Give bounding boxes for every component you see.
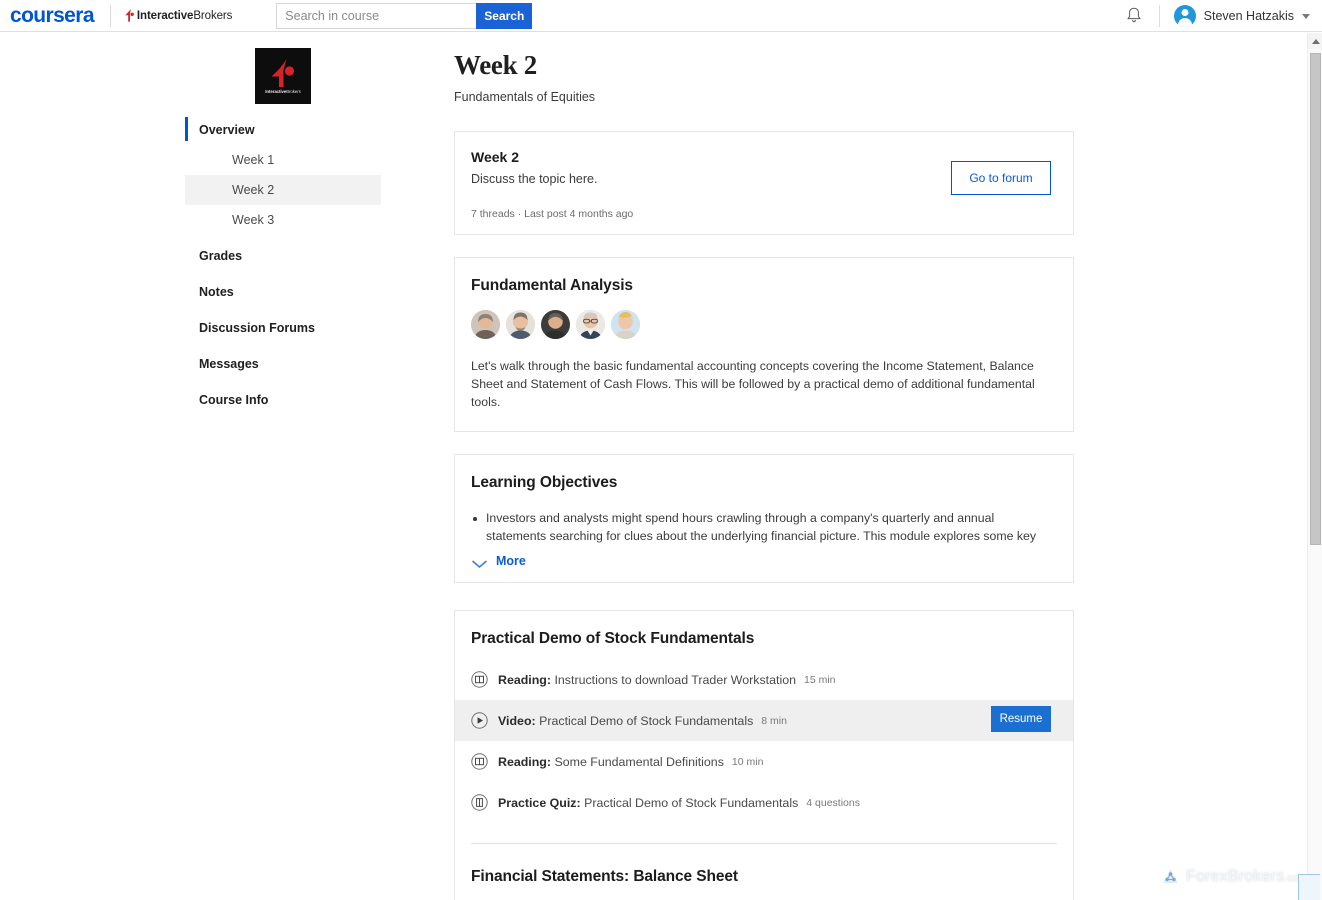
sidebar-item-discussion-forums[interactable]: Discussion Forums — [185, 313, 381, 343]
lesson-label: Practice Quiz: Practical Demo of Stock F… — [498, 796, 798, 810]
section-heading-practical-demo: Practical Demo of Stock Fundamentals — [471, 630, 755, 648]
lesson-title: Practical Demo of Stock Fundamentals — [539, 713, 754, 728]
quiz-icon — [471, 794, 488, 812]
reading-book-icon — [471, 753, 488, 771]
user-menu[interactable]: Steven Hatzakis — [1173, 5, 1322, 27]
scroll-up-button[interactable] — [1308, 33, 1322, 49]
chevron-down-icon — [471, 556, 488, 569]
triangle-up-icon — [1311, 38, 1320, 44]
lesson-row[interactable]: Practice Quiz: Practical Demo of Stock F… — [455, 782, 1073, 823]
lesson-label: Reading: Some Fundamental Definitions — [498, 755, 724, 769]
lesson-row[interactable]: Video: Practical Demo of Stock Fundament… — [455, 700, 1073, 742]
lessons-card: Practical Demo of Stock Fundamentals Rea… — [454, 610, 1074, 900]
avatar[interactable] — [611, 310, 640, 339]
sidebar-item-week-2[interactable]: Week 2 — [185, 175, 381, 205]
partner-brand-label: InteractiveBrokers — [137, 10, 232, 22]
learning-objectives-heading: Learning Objectives — [471, 474, 618, 492]
forum-card: Week 2 Discuss the topic here. 7 threads… — [454, 131, 1074, 235]
learning-objectives-card: Learning Objectives Investors and analys… — [454, 454, 1074, 584]
page-title: Week 2 — [454, 50, 537, 80]
header-divider — [109, 4, 111, 27]
page-subtitle: Fundamentals of Equities — [454, 90, 596, 104]
page-scrollbar[interactable] — [1307, 33, 1322, 900]
lesson-title: Some Fundamental Definitions — [554, 754, 724, 769]
interactive-brokers-mark-icon — [125, 9, 134, 22]
expand-more-button[interactable]: More — [471, 554, 1056, 569]
sidebar-item-messages[interactable]: Messages — [185, 349, 381, 379]
partner-name-regular: Brokers — [193, 9, 233, 22]
lesson-type: Video: — [498, 713, 536, 728]
avatar[interactable] — [506, 310, 535, 339]
course-logo-regular: Brokers — [286, 89, 301, 94]
expand-more-label: More — [496, 554, 526, 569]
lesson-duration: 15 min — [803, 673, 836, 686]
partner-brand[interactable]: InteractiveBrokers — [125, 9, 232, 22]
lesson-row[interactable]: Reading: Instructions to download Trader… — [455, 659, 1073, 700]
watermark-text: ForexBrokers.com — [1186, 868, 1308, 886]
lesson-list-practical-demo: Reading: Instructions to download Trader… — [455, 659, 1073, 823]
course-search: Search — [276, 2, 533, 29]
notification-bell-icon[interactable] — [1123, 5, 1145, 27]
content-gutter — [1146, 33, 1156, 900]
video-play-icon — [471, 712, 488, 730]
resume-button[interactable]: Resume — [991, 706, 1051, 733]
sidebar-item-week-1[interactable]: Week 1 — [185, 145, 381, 175]
instructor-avatars — [471, 310, 1056, 339]
lesson-title: Practical Demo of Stock Fundamentals — [584, 795, 799, 810]
user-name-label: Steven Hatzakis — [1203, 9, 1294, 23]
search-button[interactable]: Search — [476, 2, 533, 29]
scrollbar-thumb[interactable] — [1310, 53, 1321, 545]
chevron-down-icon — [1302, 13, 1310, 19]
lesson-type: Reading: — [498, 754, 552, 769]
sidebar-nav: Overview Week 1 Week 2 Week 3 Grades Not… — [185, 115, 381, 415]
section-divider — [471, 843, 1057, 845]
lesson-label: Video: Practical Demo of Stock Fundament… — [498, 714, 753, 728]
fundamental-analysis-heading: Fundamental Analysis — [471, 277, 633, 294]
fundamental-analysis-card: Fundamental Analysis Let's walk through … — [454, 257, 1074, 433]
watermark-corner-box — [1298, 874, 1320, 900]
avatar[interactable] — [471, 310, 500, 339]
lesson-duration: 4 questions — [806, 796, 860, 809]
lesson-duration: 10 min — [731, 755, 764, 768]
sidebar-item-course-info[interactable]: Course Info — [185, 385, 381, 415]
lesson-duration: 8 min — [761, 714, 787, 727]
avatar[interactable] — [541, 310, 570, 339]
course-sidebar: InteractiveBrokers Overview Week 1 Week … — [0, 33, 440, 900]
fundamental-analysis-body: Let's walk through the basic fundamental… — [471, 359, 1035, 409]
top-navigation-bar: coursera InteractiveBrokers Search Steve… — [0, 0, 1322, 32]
lesson-type: Practice Quiz: — [498, 795, 581, 810]
sidebar-item-grades[interactable]: Grades — [185, 241, 381, 271]
avatar[interactable] — [576, 310, 605, 339]
course-logo[interactable]: InteractiveBrokers — [255, 48, 311, 104]
coursera-logo[interactable]: coursera — [10, 4, 95, 28]
search-input[interactable] — [276, 2, 477, 29]
header-divider-2 — [1158, 5, 1160, 27]
top-navigation-right: Steven Hatzakis — [1123, 0, 1322, 32]
main-content: Week 2 Fundamentals of Equities Week 2 D… — [440, 33, 1146, 900]
watermark-brand: ForexBrokers — [1186, 867, 1285, 885]
learning-objective-item: Investors and analysts might spend hours… — [471, 510, 1045, 543]
course-logo-bold: Interactive — [265, 89, 287, 94]
go-to-forum-button[interactable]: Go to forum — [951, 161, 1051, 195]
user-avatar-icon — [1173, 5, 1196, 27]
lesson-row[interactable]: Reading: Some Fundamental Definitions 10… — [455, 741, 1073, 782]
course-logo-label: InteractiveBrokers — [265, 89, 300, 94]
learning-objectives-list: Investors and analysts might spend hours… — [471, 510, 1056, 543]
forexbrokers-watermark: ForexBrokers.com — [1161, 867, 1308, 886]
section-heading-balance-sheet: Financial Statements: Balance Sheet — [471, 868, 738, 886]
sidebar-item-week-3[interactable]: Week 3 — [185, 205, 381, 235]
reading-book-icon — [471, 671, 488, 689]
lesson-title: Instructions to download Trader Workstat… — [554, 672, 796, 687]
sidebar-item-notes[interactable]: Notes — [185, 277, 381, 307]
lesson-label: Reading: Instructions to download Trader… — [498, 673, 796, 687]
partner-name-bold: Interactive — [136, 9, 194, 22]
lesson-type: Reading: — [498, 672, 552, 687]
forexbrokers-logo-icon — [1161, 867, 1180, 886]
forum-card-meta: 7 threads · Last post 4 months ago — [471, 208, 634, 220]
sidebar-item-overview[interactable]: Overview — [185, 115, 381, 145]
